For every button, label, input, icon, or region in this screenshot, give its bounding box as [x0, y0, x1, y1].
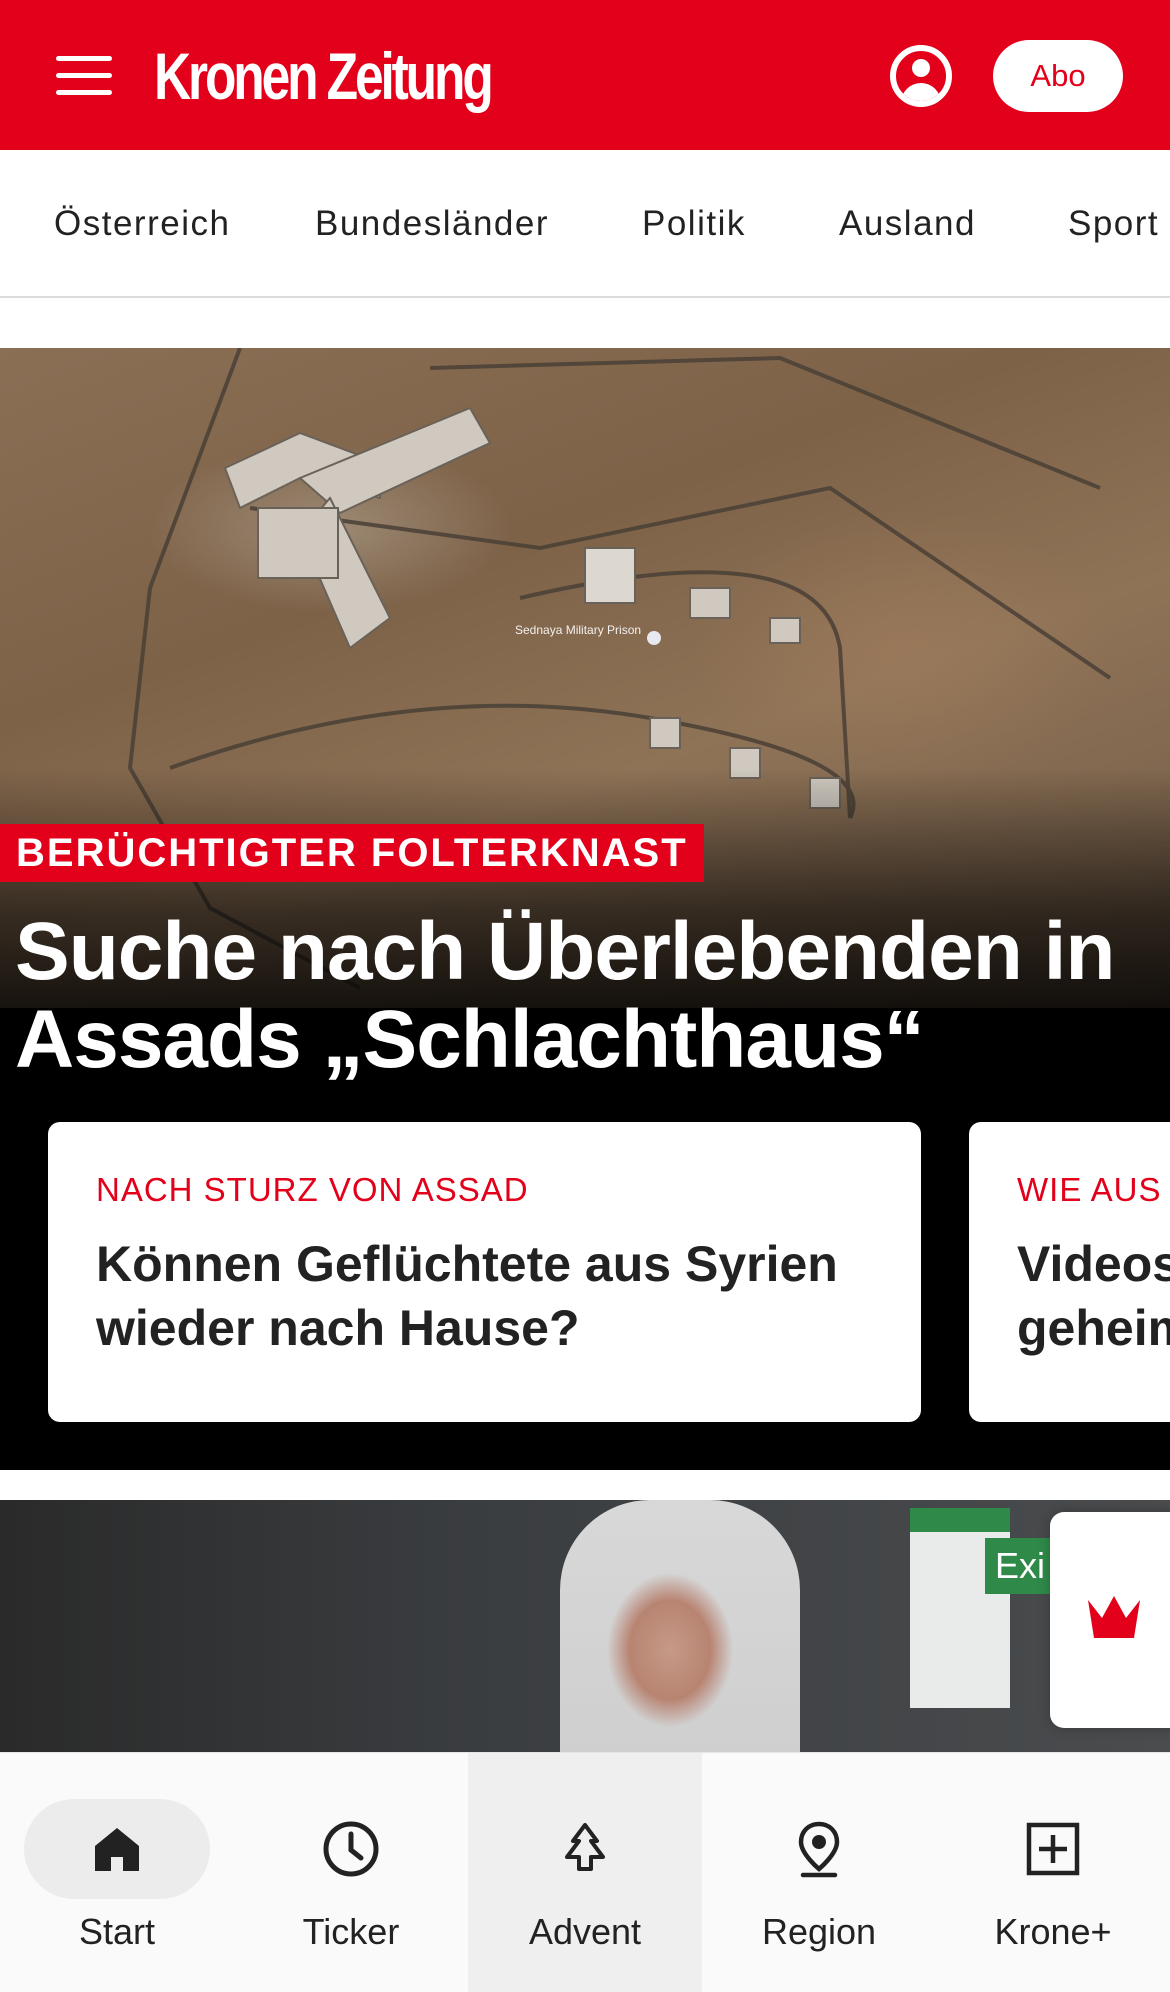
hero-article[interactable]: Sednaya Military Prison BERÜCHTIGTER FOL…: [0, 348, 1170, 1470]
card-title-line: geheim: [1017, 1300, 1170, 1356]
bottom-nav-advent[interactable]: Advent: [468, 1753, 702, 1992]
bottom-navigation: Start Ticker Advent Region Krone+: [0, 1752, 1170, 1992]
card-title-line: Können Geflüchtete aus Syrien: [96, 1236, 838, 1292]
card-kicker: WIE AUS: [1017, 1171, 1162, 1208]
related-article-card[interactable]: NACH STURZ VON ASSAD Können Geflüchtete …: [48, 1122, 921, 1422]
bottom-nav-label: Krone+: [994, 1911, 1112, 1952]
plus-box-icon: [1026, 1822, 1080, 1876]
bottom-nav-label: Start: [78, 1911, 156, 1952]
nav-item-ausland[interactable]: Ausland: [839, 150, 976, 296]
abo-button[interactable]: Abo: [993, 40, 1123, 112]
card-kicker: NACH STURZ VON ASSAD: [96, 1171, 529, 1208]
page: Kronen Zeitung Abo Österreich Bundesländ…: [0, 0, 1170, 1992]
bottom-nav-ticker[interactable]: Ticker: [234, 1753, 468, 1992]
article-teaser-image[interactable]: Exi: [0, 1500, 1170, 1752]
bottom-nav-krone-plus[interactable]: Krone+: [936, 1753, 1170, 1992]
hero-headline[interactable]: Suche nach Überlebenden in Assads „Schla…: [15, 908, 1115, 1084]
top-app-bar: Kronen Zeitung Abo: [0, 0, 1170, 150]
related-article-card[interactable]: WIE AUS Videos geheim: [969, 1122, 1170, 1422]
card-title-line: wieder nach Hause?: [96, 1300, 580, 1356]
account-icon[interactable]: [890, 45, 952, 107]
bottom-nav-region[interactable]: Region: [702, 1753, 936, 1992]
menu-icon[interactable]: [56, 56, 112, 96]
tree-icon: [565, 1823, 605, 1871]
nav-item-politik[interactable]: Politik: [642, 150, 746, 296]
bottom-nav-label: Advent: [528, 1911, 642, 1952]
crown-icon: [1088, 1596, 1140, 1638]
location-pin-icon: [798, 1821, 840, 1878]
card-title: Videos geheim: [1017, 1232, 1170, 1360]
bottom-nav-label: Ticker: [302, 1911, 400, 1952]
bottom-nav-label: Region: [761, 1911, 877, 1952]
exit-sign-text: Exi: [985, 1538, 1055, 1594]
hazmat-worker-image: [560, 1500, 800, 1752]
bottom-nav-start[interactable]: Start: [0, 1753, 234, 1992]
card-title-line: Videos: [1017, 1236, 1170, 1292]
category-nav: Österreich Bundesländer Politik Ausland …: [0, 150, 1170, 298]
home-icon: [95, 1828, 139, 1871]
card-title: Können Geflüchtete aus Syrien wieder nac…: [96, 1232, 873, 1360]
hero-image-caption: Sednaya Military Prison: [515, 623, 641, 637]
nav-item-oesterreich[interactable]: Österreich: [54, 150, 230, 296]
clock-icon: [323, 1821, 379, 1877]
brand-logo[interactable]: Kronen Zeitung: [154, 36, 494, 116]
nav-item-sport[interactable]: Sport: [1068, 150, 1159, 296]
nav-item-bundeslaender[interactable]: Bundesländer: [315, 150, 549, 296]
krone-crown-tab[interactable]: [1050, 1512, 1170, 1728]
hero-kicker: BERÜCHTIGTER FOLTERKNAST: [0, 824, 704, 882]
